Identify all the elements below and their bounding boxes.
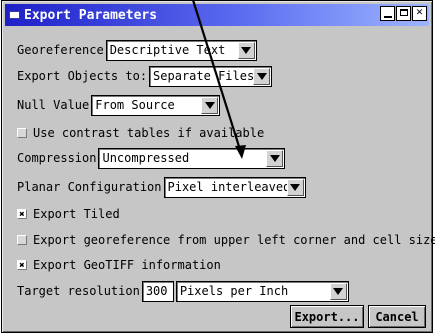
- contrast-label[interactable]: Use contrast tables if available: [33, 126, 264, 140]
- window-menu-icon[interactable]: [9, 11, 20, 19]
- null-value-row: Null Value From Source: [17, 93, 221, 117]
- close-icon[interactable]: ✕: [412, 6, 427, 21]
- chevron-down-icon[interactable]: [253, 67, 271, 85]
- window-title: Export Parameters: [24, 7, 158, 23]
- planar-label: Planar Configuration: [17, 180, 162, 194]
- resolution-unit-value: Pixels per Inch: [179, 284, 289, 298]
- georef-corner-checkbox[interactable]: [17, 235, 27, 245]
- export-tiled-row[interactable]: Export Tiled: [17, 202, 122, 226]
- export-objects-value: Separate Files: [153, 69, 255, 83]
- resolution-unit-select[interactable]: Pixels per Inch: [175, 280, 349, 302]
- minimize-icon[interactable]: [380, 6, 395, 21]
- compression-label: Compression: [17, 151, 97, 165]
- georeference-value: Descriptive Text: [109, 43, 226, 57]
- georef-corner-label[interactable]: Export georeference from upper left corn…: [33, 233, 435, 247]
- contrast-checkbox[interactable]: [17, 128, 27, 138]
- export-objects-row: Export Objects to: Separate Files: [17, 64, 273, 88]
- georeference-label: Georeference: [17, 43, 104, 57]
- target-resolution-row: Target resolution 300 Pixels per Inch: [17, 279, 349, 303]
- contrast-row[interactable]: Use contrast tables if available: [17, 121, 266, 145]
- planar-select[interactable]: Pixel interleaved: [163, 176, 306, 198]
- title-bar[interactable]: Export Parameters ✕: [5, 4, 429, 26]
- geotiff-checkbox[interactable]: [17, 260, 27, 270]
- null-value-label: Null Value: [17, 98, 90, 112]
- compression-select[interactable]: Uncompressed: [98, 147, 286, 169]
- georef-corner-row[interactable]: Export georeference from upper left corn…: [17, 228, 435, 252]
- chevron-down-icon[interactable]: [266, 149, 284, 167]
- null-value-value: From Source: [95, 98, 175, 112]
- export-button[interactable]: Export...: [290, 305, 364, 328]
- export-tiled-checkbox[interactable]: [17, 209, 27, 219]
- geotiff-label[interactable]: Export GeoTIFF information: [33, 258, 221, 272]
- export-objects-label: Export Objects to:: [17, 69, 148, 83]
- target-resolution-label: Target resolution: [17, 284, 140, 298]
- chevron-down-icon[interactable]: [237, 41, 255, 59]
- georeference-row: Georeference Descriptive Text: [17, 38, 257, 62]
- compression-value: Uncompressed: [102, 151, 190, 165]
- compression-row: Compression Uncompressed: [17, 146, 286, 170]
- geotiff-row[interactable]: Export GeoTIFF information: [17, 253, 223, 277]
- target-resolution-input[interactable]: 300: [141, 280, 174, 302]
- null-value-select[interactable]: From Source: [91, 94, 221, 116]
- window-controls: ✕: [380, 6, 427, 21]
- chevron-down-icon[interactable]: [329, 282, 347, 300]
- maximize-icon[interactable]: [396, 6, 411, 21]
- georeference-select[interactable]: Descriptive Text: [105, 39, 257, 61]
- planar-value: Pixel interleaved: [167, 180, 291, 194]
- target-resolution-value: 300: [145, 284, 168, 298]
- chevron-down-icon[interactable]: [286, 178, 304, 196]
- cancel-button[interactable]: Cancel: [368, 305, 426, 328]
- planar-row: Planar Configuration Pixel interleaved: [17, 175, 306, 199]
- chevron-down-icon[interactable]: [201, 96, 219, 114]
- export-objects-select[interactable]: Separate Files: [149, 65, 273, 87]
- export-tiled-label[interactable]: Export Tiled: [33, 207, 120, 221]
